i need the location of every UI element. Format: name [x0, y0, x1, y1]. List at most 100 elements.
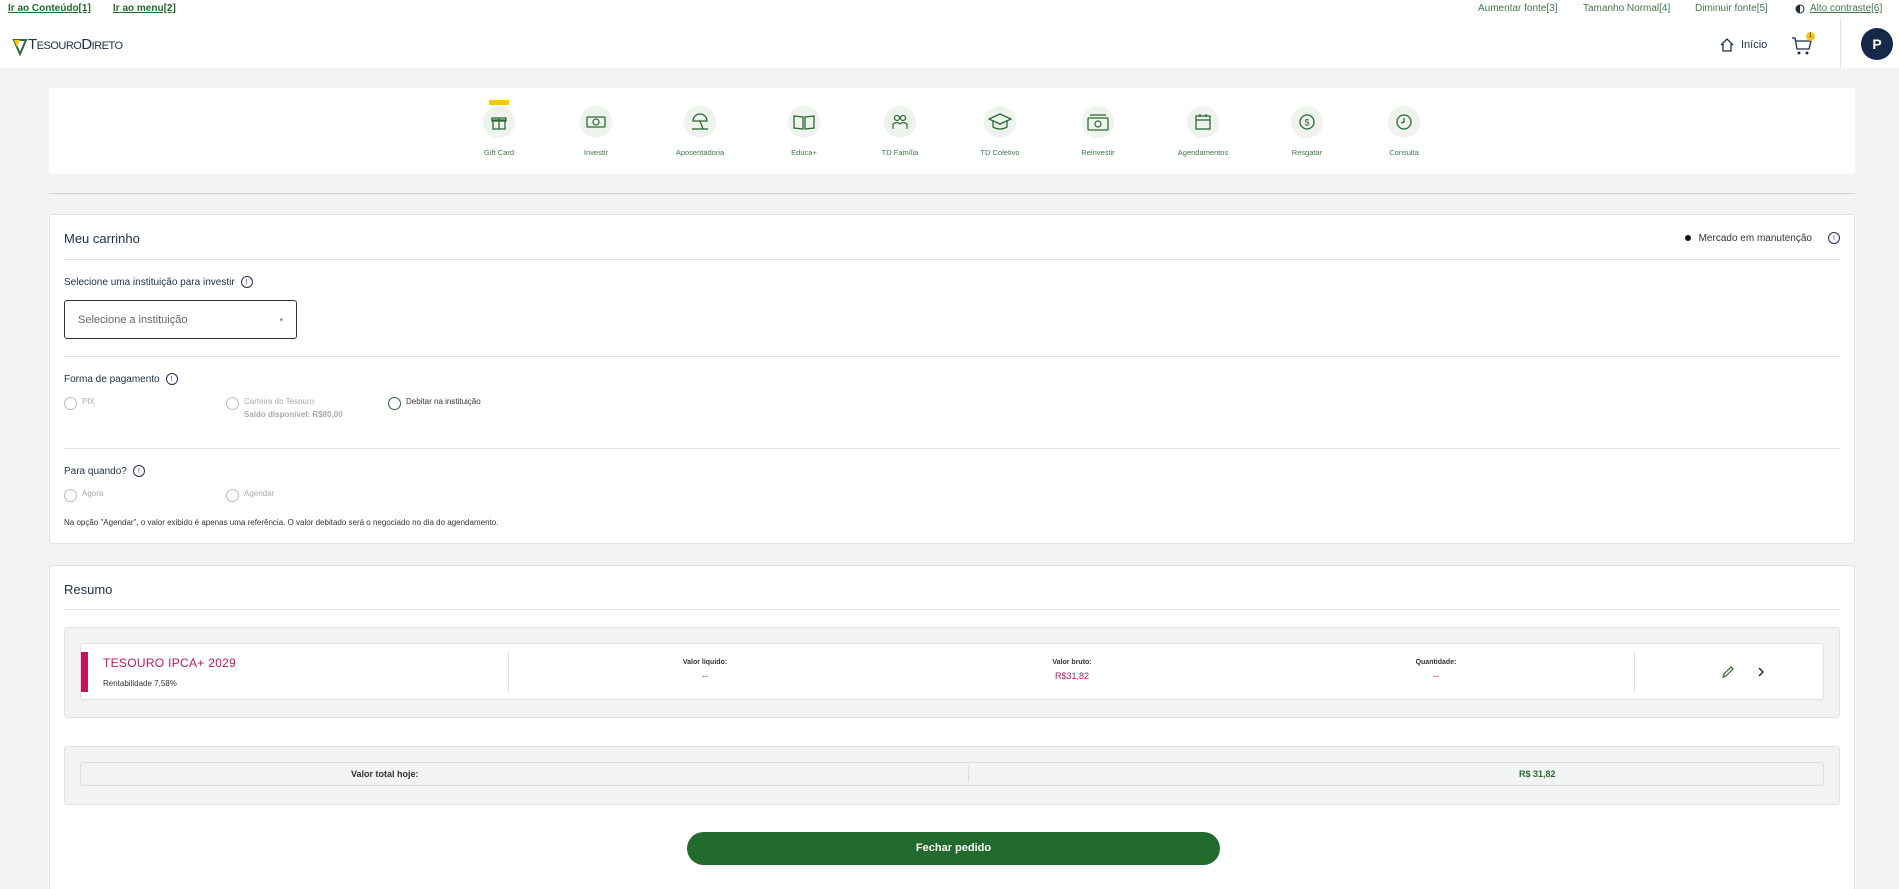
top-bar: Ir ao Conteúdo[1] Ir ao menu[2] Aumentar… — [0, 0, 1899, 68]
high-contrast-toggle[interactable]: Alto contraste[6] — [1795, 3, 1882, 14]
money-icon — [580, 106, 612, 138]
increase-font-link[interactable]: Aumentar fonte[3] — [1478, 3, 1558, 14]
when-question: Para quando? ! — [64, 465, 145, 477]
institution-select[interactable]: Selecione a instituição ▾ — [64, 300, 297, 339]
menu-label: Reinvestir — [1081, 148, 1115, 157]
tesouro-direto-logo-icon — [12, 39, 28, 56]
when-option-agendar[interactable]: Agendar — [226, 489, 274, 502]
total-row: Valor total hoje: R$ 31,82 — [80, 762, 1824, 786]
logo-text[interactable]: TesouroDireto — [28, 36, 123, 53]
home-icon — [1720, 38, 1734, 52]
market-status: Mercado em manutenção ! — [1684, 232, 1840, 244]
divider — [64, 448, 1840, 449]
book-icon — [788, 106, 820, 138]
when-option-agora[interactable]: Agora — [64, 489, 103, 502]
menu-item-aposentadoria[interactable]: Aposentadoria — [645, 106, 755, 157]
cart-title: Meu carrinho — [64, 231, 140, 246]
column-divider — [508, 652, 509, 692]
menu-label: Gift Card — [483, 148, 514, 157]
graduation-cap-icon — [984, 106, 1016, 138]
section-divider — [49, 193, 1855, 194]
radio-button[interactable] — [226, 397, 239, 410]
menu-item-reinvestir[interactable]: Reinvestir — [1043, 106, 1153, 157]
market-status-text: Mercado em manutenção — [1698, 232, 1812, 244]
user-avatar[interactable]: P — [1861, 28, 1893, 60]
radio-button[interactable] — [64, 397, 77, 410]
services-menu: Gift Card Investir Aposentadoria Educa+ … — [49, 88, 1855, 174]
menu-label: Agendamentos — [1177, 148, 1229, 157]
menu-item-investir[interactable]: Investir — [541, 106, 651, 157]
institution-placeholder: Selecione a instituição — [78, 313, 188, 326]
menu-item-td-familia[interactable]: TD Família — [845, 106, 955, 157]
when-label: Para quando? — [64, 465, 127, 477]
quantity-column: Quantidade: -- — [1376, 659, 1496, 681]
menu-item-td-coletivo[interactable]: TD Coletivo — [945, 106, 1055, 157]
payment-option-carteira[interactable]: Carteira do Tesouro Saldo disponível: R$… — [226, 397, 343, 419]
net-value-column: Valor líquido: -- — [645, 659, 765, 681]
institution-question: Selecione uma instituição para investir … — [64, 276, 253, 288]
edit-pencil-icon[interactable] — [1721, 665, 1735, 679]
payment-option-debit[interactable]: Debitar na instituição — [388, 397, 481, 410]
menu-item-resgatar[interactable]: $ Resgatar — [1252, 106, 1362, 157]
product-row: TESOURO IPCA+ 2029 Rentabilidade 7,58% V… — [80, 643, 1824, 700]
clock-icon — [1388, 106, 1420, 138]
info-icon[interactable]: ! — [240, 276, 253, 288]
chevron-right-icon[interactable] — [1756, 666, 1766, 678]
reinvest-icon — [1082, 106, 1114, 138]
product-container: TESOURO IPCA+ 2029 Rentabilidade 7,58% V… — [64, 627, 1840, 718]
total-container: Valor total hoje: R$ 31,82 — [64, 746, 1840, 805]
menu-label: Educa+ — [791, 148, 817, 157]
total-label: Valor total hoje: — [351, 769, 419, 779]
calendar-icon — [1187, 106, 1219, 138]
gift-icon — [483, 100, 515, 138]
info-icon[interactable]: ! — [1828, 232, 1840, 244]
product-color-bar — [81, 652, 88, 692]
status-dot — [1684, 235, 1691, 241]
svg-text:$: $ — [1304, 118, 1309, 128]
gross-value-label: Valor bruto: — [1052, 659, 1092, 666]
radio-button[interactable] — [388, 397, 401, 410]
product-rentability: Rentabilidade 7,58% — [103, 679, 177, 688]
divider — [64, 356, 1840, 357]
skip-to-menu-link[interactable]: Ir ao menu[2] — [113, 3, 176, 14]
divider — [64, 259, 1840, 260]
dollar-coin-icon: $ — [1291, 106, 1323, 138]
column-divider — [1634, 652, 1635, 692]
option-label: PIX — [82, 397, 95, 406]
option-label: Debitar na instituição — [406, 397, 481, 406]
info-icon[interactable]: ! — [165, 373, 178, 385]
column-divider — [968, 766, 969, 782]
normal-font-link[interactable]: Tamanho Normal[4] — [1583, 3, 1670, 14]
menu-item-gift-card[interactable]: Gift Card — [444, 100, 554, 157]
family-icon — [884, 106, 916, 138]
decrease-font-link[interactable]: Diminuir fonte[5] — [1695, 3, 1768, 14]
divider — [64, 609, 1840, 610]
payment-label: Forma de pagamento — [64, 373, 160, 385]
skip-to-content-link[interactable]: Ir ao Conteúdo[1] — [8, 3, 91, 14]
cart-card: Meu carrinho Mercado em manutenção ! Sel… — [49, 214, 1855, 544]
radio-button[interactable] — [226, 489, 239, 502]
menu-item-agendamentos[interactable]: Agendamentos — [1148, 106, 1258, 157]
option-label: Agendar — [244, 489, 275, 498]
gross-value-column: Valor bruto: R$31,82 — [1012, 659, 1132, 681]
menu-item-consulta[interactable]: Consulta — [1349, 106, 1459, 157]
schedule-note: Na opção "Agendar", o valor exibido é ap… — [64, 518, 499, 527]
menu-label: TD Família — [881, 148, 919, 157]
menu-label: Investir — [583, 148, 609, 157]
payment-question: Forma de pagamento ! — [64, 373, 178, 385]
home-link[interactable]: Início — [1719, 36, 1767, 54]
institution-label: Selecione uma instituição para investir — [64, 276, 235, 288]
high-contrast-label: Alto contraste[6] — [1810, 3, 1883, 14]
product-name: TESOURO IPCA+ 2029 — [103, 656, 237, 670]
option-label: Agora — [82, 489, 104, 498]
payment-option-pix[interactable]: PIX — [64, 397, 95, 410]
contrast-icon — [1795, 4, 1805, 13]
menu-label: TD Coletivo — [980, 148, 1020, 157]
menu-item-educa[interactable]: Educa+ — [749, 106, 859, 157]
quantity-value: -- — [1433, 671, 1439, 681]
close-order-button[interactable]: Fechar pedido — [687, 832, 1220, 865]
net-value-label: Valor líquido: — [682, 659, 728, 666]
info-icon[interactable]: ! — [132, 465, 145, 477]
beach-umbrella-icon — [684, 106, 716, 138]
radio-button[interactable] — [64, 489, 77, 502]
